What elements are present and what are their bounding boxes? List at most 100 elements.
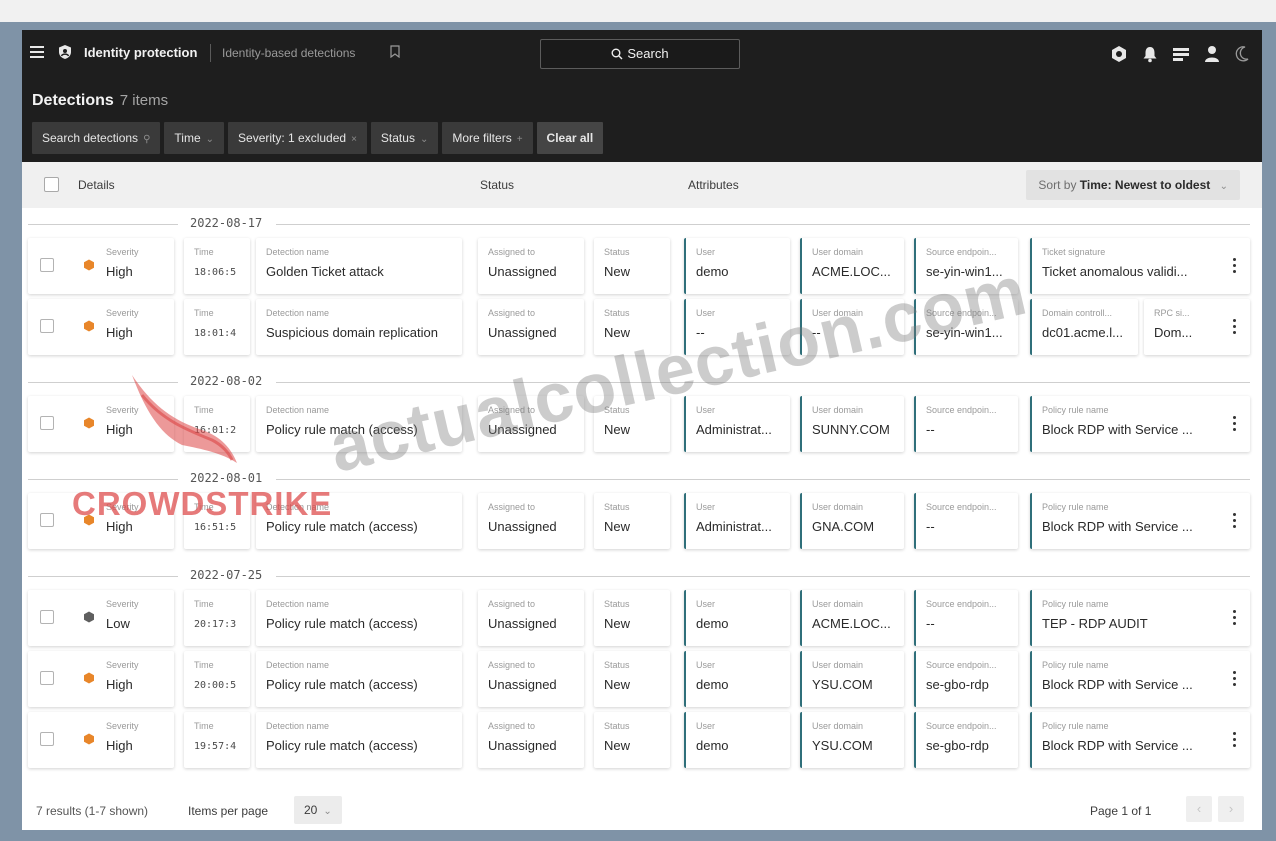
user-label: User bbox=[696, 660, 716, 670]
severity-label: Severity bbox=[106, 660, 139, 670]
status-cell: Status New bbox=[594, 712, 670, 768]
menu-icon[interactable] bbox=[30, 46, 44, 58]
user-domain-cell: User domain ACME.LOC... bbox=[800, 590, 904, 646]
severity-cell: Severity High bbox=[28, 238, 174, 294]
time-label: Time bbox=[194, 247, 214, 257]
items-per-page-select[interactable]: 20 ⌄ bbox=[294, 796, 342, 824]
row-menu-icon[interactable] bbox=[1220, 238, 1250, 294]
status-cell: Status New bbox=[594, 493, 670, 549]
detection-row[interactable]: Severity High Time 20:00:5 Detection name Pol… bbox=[28, 651, 1250, 707]
support-icon[interactable] bbox=[1110, 45, 1128, 63]
time-filter[interactable]: Time ⌄ bbox=[164, 122, 225, 154]
row-menu-icon[interactable] bbox=[1220, 712, 1250, 768]
detection-row[interactable]: Severity High Time 19:57:4 Detection name Pol… bbox=[28, 712, 1250, 768]
search-icon bbox=[611, 48, 623, 60]
status-value: New bbox=[604, 264, 631, 279]
time-label: Time bbox=[194, 599, 214, 609]
detection-name-value: Policy rule match (access) bbox=[266, 738, 418, 753]
row-checkbox[interactable] bbox=[40, 732, 54, 746]
rpc-label: RPC si... bbox=[1154, 308, 1190, 318]
assigned-to-label: Assigned to bbox=[488, 247, 536, 257]
user-domain-label: User domain bbox=[812, 502, 864, 512]
user-icon[interactable] bbox=[1204, 45, 1220, 63]
detection-row[interactable]: Severity Low Time 20:17:3 Detection name Poli… bbox=[28, 590, 1250, 646]
row-checkbox[interactable] bbox=[40, 671, 54, 685]
bookmark-icon[interactable] bbox=[390, 45, 400, 58]
severity-label: Severity bbox=[106, 599, 139, 609]
clear-all-button[interactable]: Clear all bbox=[536, 122, 604, 154]
global-search-button[interactable]: Search bbox=[540, 39, 740, 69]
date-divider bbox=[276, 479, 1250, 480]
search-label: Search bbox=[627, 46, 669, 61]
row-checkbox[interactable] bbox=[40, 319, 54, 333]
attribute-extra-label: Policy rule name bbox=[1042, 405, 1109, 415]
row-menu-icon[interactable] bbox=[1220, 493, 1250, 549]
detection-name-label: Detection name bbox=[266, 405, 330, 415]
status-filter[interactable]: Status ⌄ bbox=[370, 122, 439, 154]
status-value: New bbox=[604, 519, 631, 534]
messages-icon[interactable] bbox=[1172, 46, 1190, 62]
user-domain-value: SUNNY.COM bbox=[812, 422, 890, 437]
source-endpoint-cell: Source endpoin... -- bbox=[914, 396, 1018, 452]
user-value: Administrat... bbox=[696, 519, 772, 534]
row-menu-icon[interactable] bbox=[1220, 651, 1250, 707]
product-name[interactable]: Identity protection bbox=[84, 45, 197, 60]
sort-value: Time: Newest to oldest bbox=[1079, 178, 1211, 192]
nav-divider bbox=[210, 44, 211, 62]
detection-name-label: Detection name bbox=[266, 247, 330, 257]
assigned-to-value: Unassigned bbox=[488, 616, 557, 631]
attribute-extra-cell: Ticket signature Ticket anomalous validi.… bbox=[1030, 238, 1250, 294]
row-menu-icon[interactable] bbox=[1220, 590, 1250, 646]
user-domain-value: ACME.LOC... bbox=[812, 264, 891, 279]
assigned-to-label: Assigned to bbox=[488, 660, 536, 670]
severity-label: Severity bbox=[106, 247, 139, 257]
assigned-to-value: Unassigned bbox=[488, 264, 557, 279]
detection-row[interactable]: Severity High Time 18:06:5 Detection name Gol… bbox=[28, 238, 1250, 294]
select-all-checkbox[interactable] bbox=[44, 177, 59, 192]
user-label: User bbox=[696, 721, 716, 731]
row-checkbox[interactable] bbox=[40, 513, 54, 527]
date-group-header: 2022-08-17 bbox=[28, 216, 1250, 232]
user-label: User bbox=[696, 308, 716, 318]
source-endpoint-label: Source endpoin... bbox=[926, 405, 997, 415]
assigned-to-label: Assigned to bbox=[488, 599, 536, 609]
detection-name-cell: Detection name Policy rule match (access) bbox=[256, 712, 462, 768]
source-endpoint-value: se-gbo-rdp bbox=[926, 677, 989, 692]
items-per-page-label: Items per page bbox=[188, 804, 269, 818]
search-detections-filter[interactable]: Search detections ⚲ bbox=[32, 122, 161, 154]
attribute-extra-label: Policy rule name bbox=[1042, 660, 1109, 670]
sort-dropdown[interactable]: Sort by Time: Newest to oldest ⌄ bbox=[1026, 170, 1240, 200]
row-menu-icon[interactable] bbox=[1220, 396, 1250, 452]
detection-name-cell: Detection name Golden Ticket attack bbox=[256, 238, 462, 294]
user-domain-label: User domain bbox=[812, 405, 864, 415]
row-checkbox[interactable] bbox=[40, 610, 54, 624]
date-divider bbox=[276, 576, 1250, 577]
notifications-icon[interactable] bbox=[1142, 45, 1158, 63]
row-checkbox[interactable] bbox=[40, 416, 54, 430]
page-title: Detections 7 items bbox=[32, 92, 168, 110]
row-menu-icon[interactable] bbox=[1220, 299, 1250, 355]
user-cell: User demo bbox=[684, 238, 790, 294]
detection-name-cell: Detection name Policy rule match (access) bbox=[256, 590, 462, 646]
user-label: User bbox=[696, 405, 716, 415]
severity-value: High bbox=[106, 264, 133, 279]
status-column-header: Status bbox=[480, 178, 515, 192]
assigned-to-value: Unassigned bbox=[488, 738, 557, 753]
source-endpoint-value: -- bbox=[926, 519, 935, 534]
assigned-to-cell: Assigned to Unassigned bbox=[478, 493, 584, 549]
source-endpoint-label: Source endpoin... bbox=[926, 502, 997, 512]
more-filters-button[interactable]: More filters + bbox=[442, 122, 533, 154]
next-page-button[interactable]: › bbox=[1218, 796, 1244, 822]
previous-page-button[interactable]: ‹ bbox=[1186, 796, 1212, 822]
details-column-header: Details bbox=[78, 178, 115, 192]
date-group-header: 2022-07-25 bbox=[28, 568, 1250, 584]
dark-mode-icon[interactable] bbox=[1234, 45, 1250, 63]
row-checkbox[interactable] bbox=[40, 258, 54, 272]
severity-indicator-icon bbox=[84, 733, 94, 745]
window-top-strip bbox=[0, 0, 1276, 22]
user-domain-label: User domain bbox=[812, 599, 864, 609]
assigned-to-cell: Assigned to Unassigned bbox=[478, 651, 584, 707]
source-endpoint-cell: Source endpoin... se-gbo-rdp bbox=[914, 651, 1018, 707]
detection-name-value: Suspicious domain replication bbox=[266, 325, 438, 340]
severity-filter[interactable]: Severity: 1 excluded × bbox=[228, 122, 367, 154]
